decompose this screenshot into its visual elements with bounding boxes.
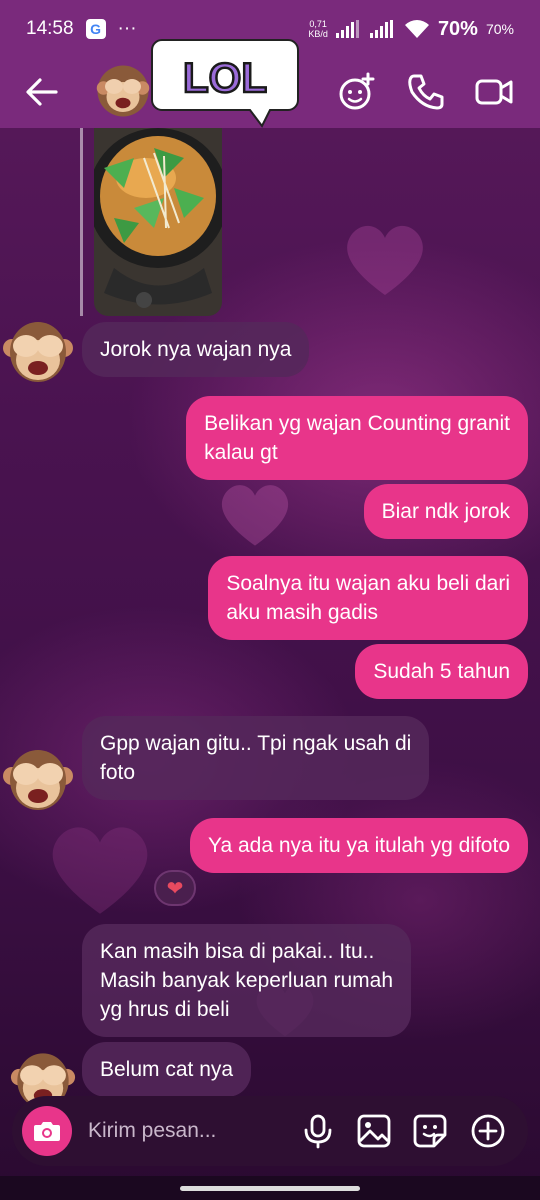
incoming-message[interactable]: Belum cat nya <box>82 1042 252 1097</box>
outgoing-message[interactable]: Belikan yg wajan Counting granit kalau g… <box>186 396 528 480</box>
message-input[interactable] <box>88 1119 288 1143</box>
video-camera-icon[interactable] <box>474 72 514 112</box>
message-list: Jorok nya wajan nya Belikan yg wajan Cou… <box>0 128 540 1109</box>
arrow-left-icon[interactable] <box>22 74 62 110</box>
camera-icon <box>34 1122 60 1141</box>
incoming-message[interactable]: Jorok nya wajan nya <box>82 322 310 377</box>
google-icon: G <box>85 19 106 39</box>
photo-message[interactable] <box>94 128 222 316</box>
see-no-evil-monkey-avatar[interactable] <box>2 314 74 386</box>
signal-icon <box>369 20 393 38</box>
lol-sticker: LOL <box>151 39 299 128</box>
battery-percentage: 70% <box>437 17 478 40</box>
see-no-evil-monkey-avatar[interactable] <box>2 742 74 814</box>
network-speed: 0,71 KB/d <box>308 19 328 39</box>
outgoing-message[interactable]: Soalnya itu wajan aku beli dari aku masi… <box>208 556 528 640</box>
incoming-message[interactable]: Gpp wajan gitu.. Tpi ngak usah di foto <box>82 716 430 800</box>
incoming-message[interactable]: Kan masih bisa di pakai.. Itu.. Masih ba… <box>82 924 411 1037</box>
camera-button[interactable] <box>22 1106 72 1156</box>
home-indicator[interactable] <box>180 1186 360 1191</box>
reply-indicator <box>80 128 83 316</box>
outgoing-message[interactable]: Ya ada nya itu ya itulah yg difoto <box>190 818 528 873</box>
status-time: 14:58 <box>26 18 74 39</box>
message-composer <box>12 1096 528 1166</box>
wifi-icon <box>404 20 429 38</box>
sticker-text: LOL <box>183 54 267 101</box>
contact-avatar[interactable] <box>96 64 150 118</box>
phone-icon[interactable] <box>406 72 446 112</box>
microphone-icon[interactable] <box>300 1113 336 1149</box>
outgoing-message[interactable]: Sudah 5 tahun <box>355 644 528 699</box>
chat-header: LOL <box>0 39 540 128</box>
face-sparkle-icon[interactable] <box>336 72 376 112</box>
battery-percentage-secondary: 70% <box>485 21 514 37</box>
more-notifications-icon: ··· <box>117 18 137 39</box>
outgoing-message[interactable]: Biar ndk jorok <box>363 484 528 539</box>
plus-icon[interactable] <box>470 1113 506 1149</box>
gallery-icon[interactable] <box>356 1113 392 1149</box>
sticker-icon[interactable] <box>412 1113 448 1149</box>
signal-icon <box>335 20 359 38</box>
heart-reaction-icon[interactable]: ❤ <box>154 870 196 906</box>
